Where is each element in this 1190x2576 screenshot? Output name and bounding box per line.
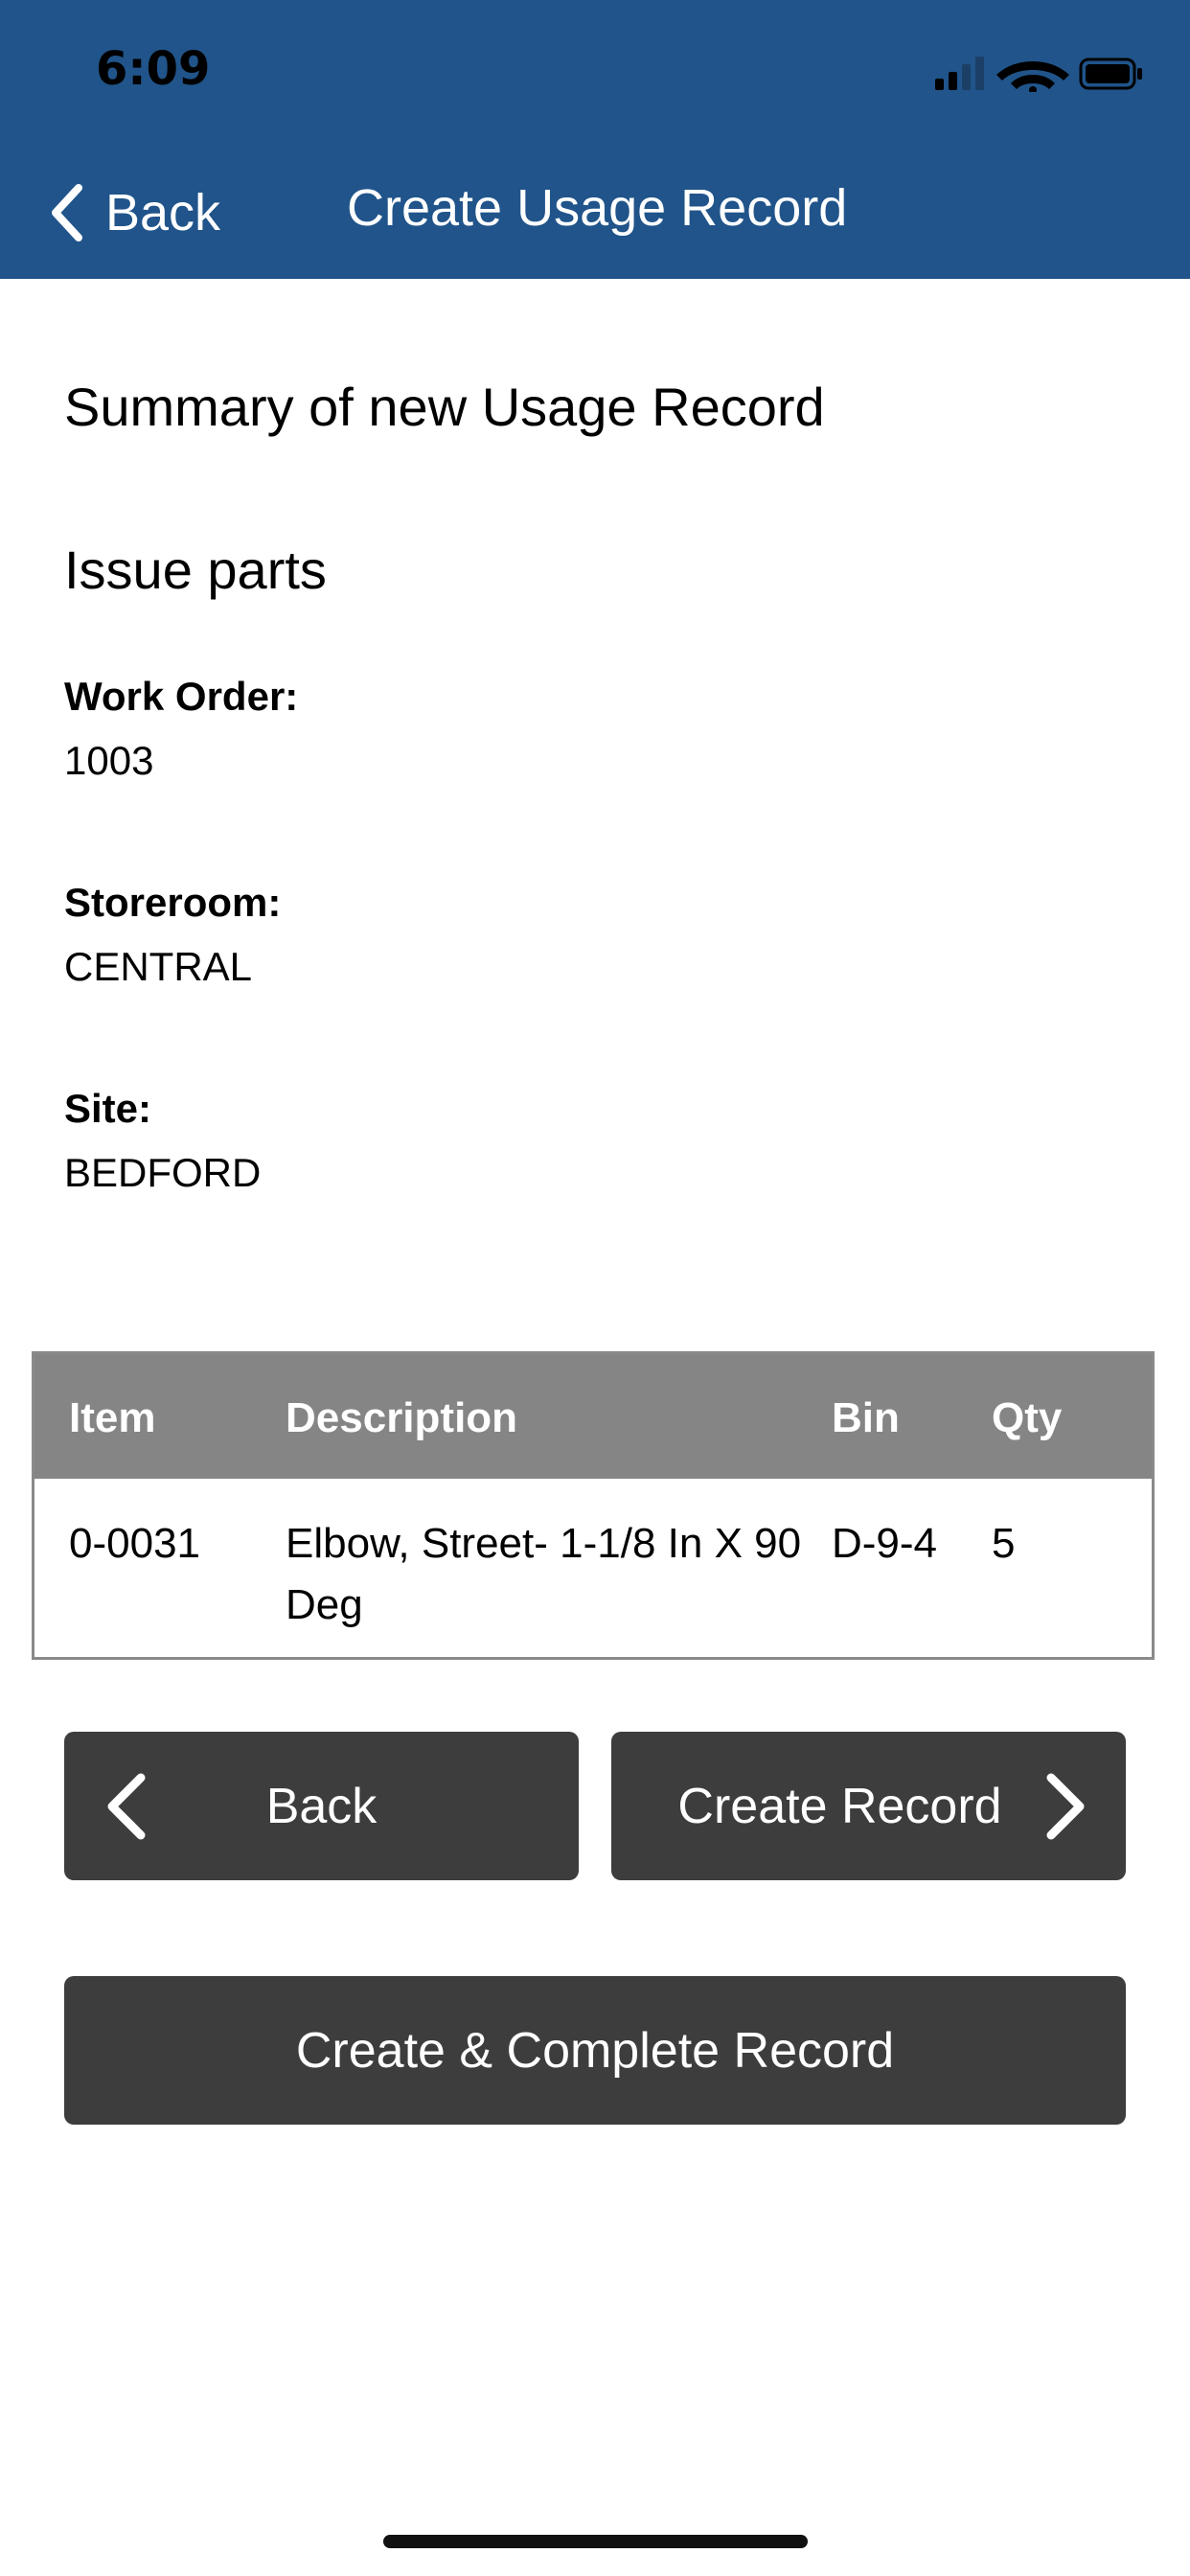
column-header-item: Item (69, 1394, 156, 1441)
create-record-button[interactable]: Create Record (611, 1732, 1126, 1880)
status-time: 6:09 (96, 42, 211, 96)
work-order-label: Work Order: (64, 674, 299, 719)
back-button[interactable]: Back (64, 1732, 579, 1880)
site-label: Site: (64, 1086, 152, 1131)
battery-icon (1079, 58, 1142, 90)
summary-subheading: Issue parts (64, 540, 327, 600)
create-complete-record-button[interactable]: Create & Complete Record (64, 1976, 1126, 2125)
column-header-description: Description (286, 1394, 518, 1441)
wifi-icon (996, 61, 1069, 94)
site-value: BEDFORD (64, 1150, 262, 1195)
create-complete-record-label: Create & Complete Record (295, 2022, 895, 2079)
parts-table: Item Description Bin Qty 0-0031 Elbow, S… (32, 1351, 1155, 1660)
status-icons (914, 54, 1144, 94)
table-header: Item Description Bin Qty (34, 1354, 1152, 1479)
storeroom-label: Storeroom: (64, 880, 282, 925)
cell-description: Elbow, Street- 1-1/8 In X 90 Deg (286, 1520, 802, 1628)
back-button-label: Back (265, 1778, 378, 1834)
summary-heading: Summary of new Usage Record (64, 377, 825, 437)
cell-bin: D-9-4 (832, 1520, 938, 1567)
nav-back-button[interactable]: Back (50, 174, 220, 251)
work-order-value: 1003 (64, 738, 154, 783)
storeroom-value: CENTRAL (64, 944, 253, 989)
home-indicator[interactable] (383, 2535, 808, 2548)
signal-icon (935, 57, 984, 90)
column-header-qty: Qty (992, 1394, 1063, 1441)
chevron-left-icon (107, 1773, 146, 1839)
column-header-bin: Bin (832, 1394, 900, 1441)
chevron-left-icon (52, 184, 82, 242)
app-header: 6:09 Back Create Usage Record (0, 0, 1190, 279)
cell-qty: 5 (992, 1520, 1016, 1567)
nav-back-label: Back (105, 184, 221, 242)
page-title: Create Usage Record (347, 179, 848, 237)
cell-item: 0-0031 (69, 1520, 201, 1567)
chevron-right-icon (1046, 1773, 1085, 1839)
create-record-label: Create Record (677, 1778, 1002, 1834)
